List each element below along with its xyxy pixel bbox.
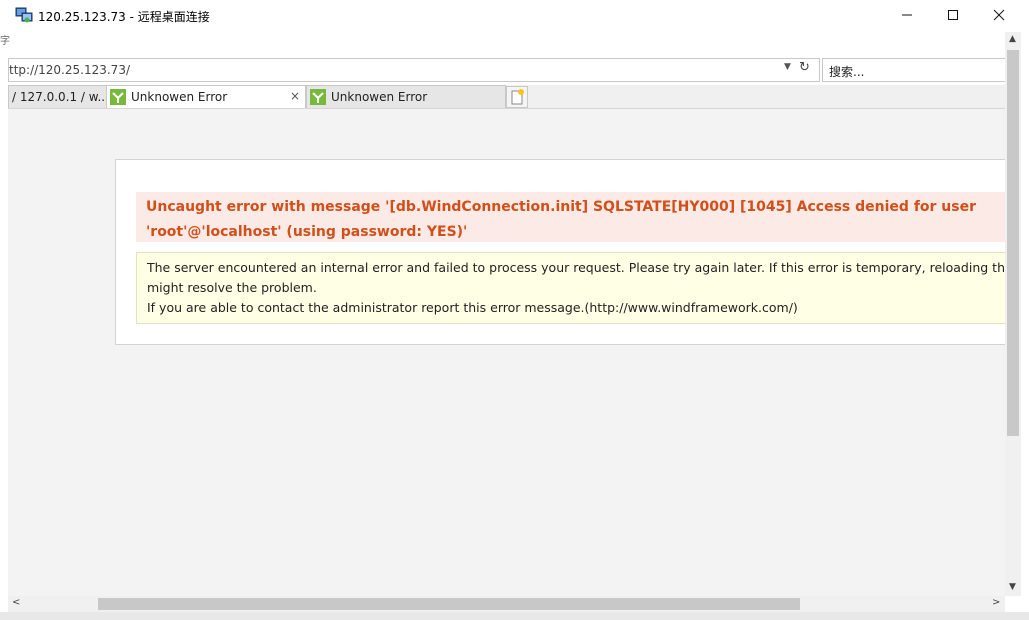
tab-strip: / 127.0.0.1 / w... Unknowen Error × Unkn… [8, 85, 1005, 109]
scroll-down-icon[interactable]: ▼ [1009, 582, 1016, 592]
address-dropdown-icon[interactable]: ▼ [784, 62, 791, 72]
window-title: 120.25.123.73 - 远程桌面连接 [38, 10, 210, 24]
tab-unknowen-error[interactable]: Unknowen Error [306, 85, 506, 108]
wind-framework-icon [110, 89, 126, 105]
horizontal-scrollbar[interactable]: < > [8, 596, 1005, 612]
tab-close-icon[interactable]: × [290, 89, 300, 103]
wind-framework-icon [310, 89, 326, 105]
error-info-line: If you are able to contact the administr… [147, 300, 798, 315]
horizontal-scroll-thumb[interactable] [98, 598, 800, 610]
error-title-box: Uncaught error with message '[db.WindCon… [136, 192, 1005, 242]
address-row: ttp://120.25.123.73/ ▼ ↻ 搜索... [8, 56, 1007, 86]
maximize-button[interactable] [930, 0, 976, 30]
address-url[interactable]: ttp://120.25.123.73/ [9, 63, 130, 77]
left-window-edge: 字 文 [0, 32, 10, 612]
scroll-right-icon[interactable]: > [992, 597, 1000, 608]
tab-phpmyadmin[interactable]: / 127.0.0.1 / w... [8, 85, 109, 108]
page-content: Uncaught error with message '[db.WindCon… [8, 109, 1005, 596]
address-bar[interactable]: ttp://120.25.123.73/ ▼ ↻ [8, 58, 820, 82]
scroll-left-icon[interactable]: < [12, 597, 20, 608]
tab-unknowen-error-active[interactable]: Unknowen Error × [106, 85, 306, 108]
search-placeholder: 搜索... [829, 65, 865, 79]
search-input[interactable]: 搜索... [822, 58, 1007, 82]
window-titlebar: 120.25.123.73 - 远程桌面连接 [0, 0, 1029, 32]
maximize-icon [948, 10, 958, 20]
error-panel: Uncaught error with message '[db.WindCon… [115, 159, 1005, 345]
error-info-line: might resolve the problem. [147, 280, 317, 295]
error-title-line: Uncaught error with message '[db.WindCon… [146, 199, 976, 215]
tab-label: Unknowen Error [131, 90, 228, 104]
vertical-scrollbar[interactable]: ▲ ▼ [1005, 32, 1021, 596]
new-tab-icon [511, 89, 524, 105]
remote-desktop-icon [15, 7, 33, 23]
refresh-icon[interactable]: ↻ [799, 60, 810, 75]
edge-char: 字 [0, 36, 10, 47]
bottom-window-edge [0, 612, 1029, 620]
right-window-edge [1021, 32, 1029, 612]
vertical-scroll-thumb[interactable] [1007, 50, 1019, 436]
error-title-line: 'root'@'localhost' (using password: YES)… [146, 224, 468, 240]
scroll-up-icon[interactable]: ▲ [1009, 34, 1016, 44]
error-info-box: The server encountered an internal error… [136, 252, 1005, 324]
close-button[interactable] [976, 0, 1022, 30]
minimize-button[interactable] [884, 0, 930, 30]
error-info-line: The server encountered an internal error… [147, 260, 1005, 275]
tab-label: / 127.0.0.1 / w... [12, 90, 109, 104]
minimize-icon [902, 14, 912, 16]
tab-label: Unknowen Error [331, 90, 428, 104]
new-tab-button[interactable] [506, 86, 528, 108]
close-icon [993, 9, 1005, 21]
